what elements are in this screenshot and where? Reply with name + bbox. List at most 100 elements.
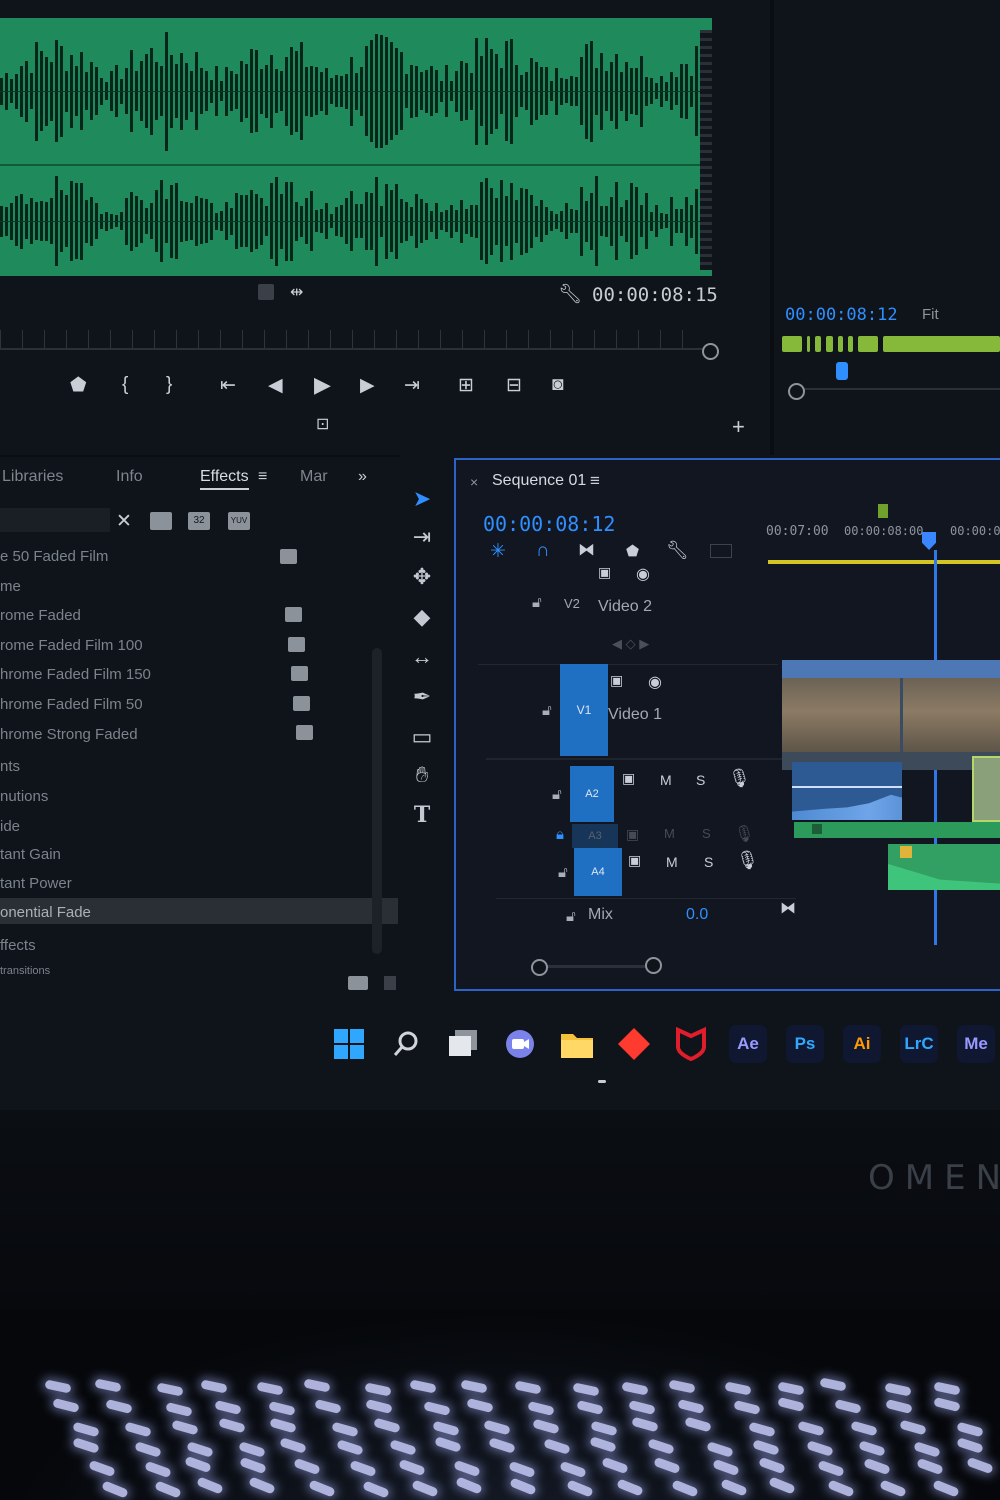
fit-dropdown[interactable]: Fit <box>922 306 939 323</box>
mute-button[interactable]: M <box>664 826 675 841</box>
volume-rubber-band[interactable] <box>792 786 902 788</box>
add-button-plus-icon[interactable]: + <box>732 414 745 440</box>
timeline-zoom-handle-left[interactable] <box>531 959 548 976</box>
list-item[interactable]: ffects <box>0 937 36 954</box>
track-target-a3[interactable]: A3 <box>572 824 618 848</box>
photoshop-icon[interactable]: Ps <box>786 1025 824 1063</box>
mark-out-icon[interactable]: } <box>166 374 172 396</box>
video-clip[interactable] <box>972 756 1000 822</box>
file-explorer-icon[interactable] <box>558 1025 596 1063</box>
start-icon[interactable] <box>330 1025 368 1063</box>
mcafee-icon[interactable] <box>672 1025 710 1063</box>
track-target-a2[interactable]: A2 <box>570 766 614 822</box>
timeline-timecode[interactable]: 00:00:08:12 <box>483 512 615 536</box>
media-encoder-icon[interactable]: Me <box>957 1025 995 1063</box>
list-item[interactable]: tant Power <box>0 875 72 892</box>
tab-effects[interactable]: Effects <box>200 468 249 490</box>
pen-tool-icon[interactable]: ✒ <box>404 684 440 718</box>
solo-button[interactable]: S <box>702 826 711 841</box>
list-item[interactable]: e 50 Faded Film <box>0 548 108 565</box>
nest-sequence-icon[interactable]: ✳ <box>490 540 506 563</box>
track-target-a4[interactable]: A4 <box>574 848 622 896</box>
mute-button[interactable]: M <box>666 854 678 870</box>
overwrite-icon[interactable]: ⊟ <box>506 374 522 397</box>
audio-clip[interactable] <box>888 844 1000 890</box>
new-item-icon[interactable] <box>384 976 396 990</box>
task-view-icon[interactable] <box>444 1025 482 1063</box>
list-item[interactable]: tant Gain <box>0 846 61 863</box>
lock-icon[interactable]: 🔓︎ <box>542 702 552 719</box>
program-zoom-handle[interactable] <box>788 383 805 400</box>
after-effects-icon[interactable]: Ae <box>729 1025 767 1063</box>
drag-audio-icon[interactable]: ⇹ <box>290 282 303 302</box>
rectangle-tool-icon[interactable]: ▭ <box>404 724 440 758</box>
add-marker-icon[interactable]: ⬟ <box>70 374 87 397</box>
microphone-icon[interactable]: 🎙︎ <box>728 768 751 789</box>
linked-selection-icon[interactable]: ⧓ <box>578 540 595 560</box>
keyframe-nav-icon[interactable]: ◀ ◇ ▶ <box>612 636 649 652</box>
lock-icon[interactable]: 🔒︎ <box>556 826 564 843</box>
slip-tool-icon[interactable]: ↔ <box>404 644 440 678</box>
ripple-edit-tool-icon[interactable]: ✥ <box>404 564 440 598</box>
lock-icon[interactable]: 🔓︎ <box>532 594 542 611</box>
drag-video-icon[interactable] <box>258 284 274 300</box>
source-time-ruler[interactable] <box>0 330 704 350</box>
captions-icon[interactable] <box>710 544 732 558</box>
list-item-selected[interactable]: onential Fade <box>0 904 91 921</box>
list-item[interactable]: nutions <box>0 788 48 805</box>
audio-waveform-panel[interactable] <box>0 18 712 276</box>
list-item[interactable]: hrome Faded Film 50 <box>0 696 143 713</box>
audio-clip[interactable] <box>794 822 1000 838</box>
mute-button[interactable]: M <box>660 772 672 788</box>
yuv-effects-icon[interactable]: YUV <box>228 512 250 530</box>
program-playhead[interactable] <box>836 362 848 380</box>
hamburger-icon[interactable]: ≡ <box>258 468 267 486</box>
audio-clip[interactable] <box>792 762 902 820</box>
list-item[interactable]: rome Faded <box>0 607 81 624</box>
zoom-scroll-handle[interactable] <box>702 343 719 360</box>
play-icon[interactable]: ▶ <box>314 372 331 398</box>
selection-tool-icon[interactable]: ➤ <box>404 486 440 520</box>
button-editor-icon[interactable]: ⊡ <box>316 414 329 434</box>
microphone-icon[interactable]: 🎙︎ <box>734 824 754 844</box>
track-target-v1[interactable]: V1 <box>560 664 608 756</box>
video-clip[interactable]: A001_C029601 <box>782 660 1000 770</box>
32bit-effects-icon[interactable]: 32 <box>188 512 210 530</box>
insert-icon[interactable]: ⊞ <box>458 374 474 397</box>
lightroom-classic-icon[interactable]: LrC <box>900 1025 938 1063</box>
razor-tool-icon[interactable]: ◆ <box>404 604 440 638</box>
toggle-sync-lock-icon[interactable]: ▣ <box>610 672 623 689</box>
list-item[interactable]: hrome Faded Film 150 <box>0 666 151 683</box>
track-name-video-2[interactable]: Video 2 <box>598 598 652 616</box>
lock-icon[interactable]: 🔓︎ <box>552 786 562 803</box>
timeline-panel[interactable]: × Sequence 01 ≡ 00:00:08:12 ✳ ∩ ⧓ ⬟ 🔧︎ 0… <box>454 458 1000 991</box>
timeline-zoom-bar[interactable] <box>536 965 656 968</box>
tab-info[interactable]: Info <box>116 468 143 486</box>
step-forward-icon[interactable]: ▶ <box>360 374 375 397</box>
track-id-v2[interactable]: V2 <box>564 596 580 611</box>
step-back-icon[interactable]: ◀ <box>268 374 283 397</box>
effects-search-input[interactable] <box>0 508 110 532</box>
export-frame-icon[interactable]: ◙ <box>552 374 563 396</box>
list-item[interactable]: transitions <box>0 965 50 977</box>
hand-tool-icon[interactable]: ✋︎ <box>404 762 440 796</box>
list-item[interactable]: rome Faded Film 100 <box>0 637 143 654</box>
go-to-end-icon[interactable]: ⧓ <box>780 898 796 918</box>
go-to-out-icon[interactable]: ⇥ <box>404 374 420 397</box>
track-select-tool-icon[interactable]: ⇥ <box>404 524 440 558</box>
search-icon[interactable] <box>387 1025 425 1063</box>
toggle-sync-lock-icon[interactable]: ▣ <box>622 770 635 787</box>
wrench-icon[interactable]: 🔧︎ <box>666 540 689 561</box>
mark-in-icon[interactable]: { <box>122 374 128 396</box>
track-name-video-1[interactable]: Video 1 <box>608 706 662 724</box>
illustrator-icon[interactable]: Ai <box>843 1025 881 1063</box>
sequence-tab-title[interactable]: Sequence 01 <box>492 472 586 490</box>
toggle-sync-lock-icon[interactable]: ▣ <box>626 826 639 843</box>
eye-icon[interactable]: ◉ <box>648 672 662 692</box>
program-mini-timeline[interactable] <box>782 336 1000 352</box>
add-marker-icon[interactable]: ⬟ <box>626 542 639 560</box>
tab-markers[interactable]: Mar <box>300 468 328 486</box>
list-item[interactable]: ide <box>0 818 20 835</box>
timeline-zoom-handle-right[interactable] <box>645 957 662 974</box>
keyframe-marker[interactable] <box>812 824 822 834</box>
